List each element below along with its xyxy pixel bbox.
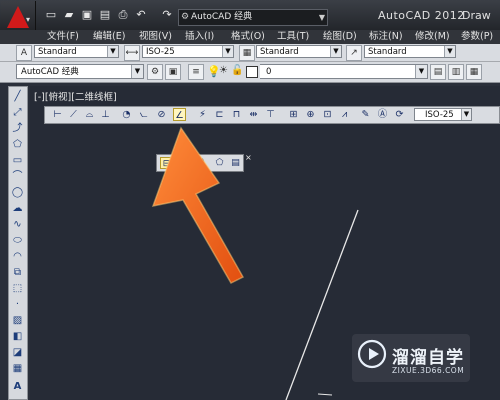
watermark-url: ZIXUE.3D66.COM bbox=[392, 366, 465, 375]
play-logo-icon bbox=[357, 339, 387, 369]
orange-arrow-icon bbox=[151, 126, 245, 284]
watermark-brand: 溜溜自学 bbox=[392, 348, 464, 368]
